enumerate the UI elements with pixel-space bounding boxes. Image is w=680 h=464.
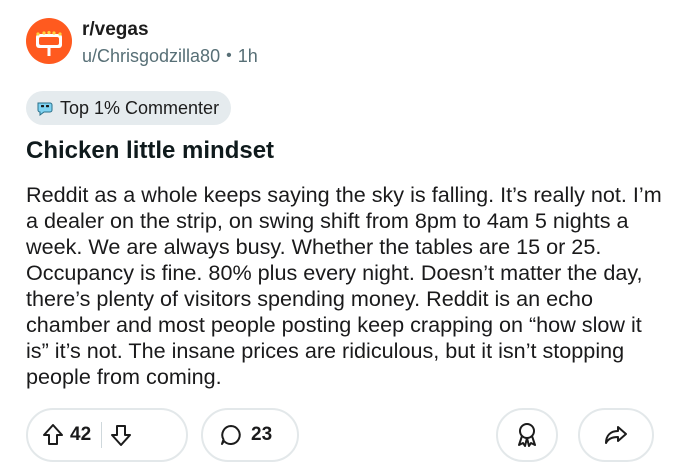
subreddit-avatar[interactable] [26,18,72,64]
subreddit-name[interactable]: r/vegas [82,18,258,42]
award-button[interactable] [496,408,558,462]
user-flair-badge: Top 1% Commenter [26,91,232,125]
arrow-down-icon[interactable] [110,423,132,447]
post-age: 1h [237,46,258,66]
post-header: r/vegas u/Chrisgodzilla80 • 1h [26,18,258,68]
post-body: Reddit as a whole keeps saying the sky i… [26,182,662,389]
vote-control: 42 [26,408,188,462]
share-arrow-icon [603,423,629,447]
speech-bubble-icon [219,423,243,447]
meta-separator: • [226,47,232,64]
post-title[interactable]: Chicken little mindset [26,136,274,166]
arrow-up-icon[interactable] [42,423,64,447]
author-username[interactable]: u/Chrisgodzilla80 [82,44,220,68]
share-button[interactable] [578,408,654,462]
vote-divider [101,422,103,448]
award-icon [515,422,539,448]
upvote-count: 42 [70,424,92,445]
post-action-bar: 42 23 [26,408,680,464]
comment-count: 23 [251,424,273,445]
flair-label: Top 1% Commenter [60,97,220,118]
comments-button[interactable]: 23 [201,408,299,462]
commenter-badge-icon [36,100,54,116]
vegas-sign-avatar-icon [36,31,62,56]
